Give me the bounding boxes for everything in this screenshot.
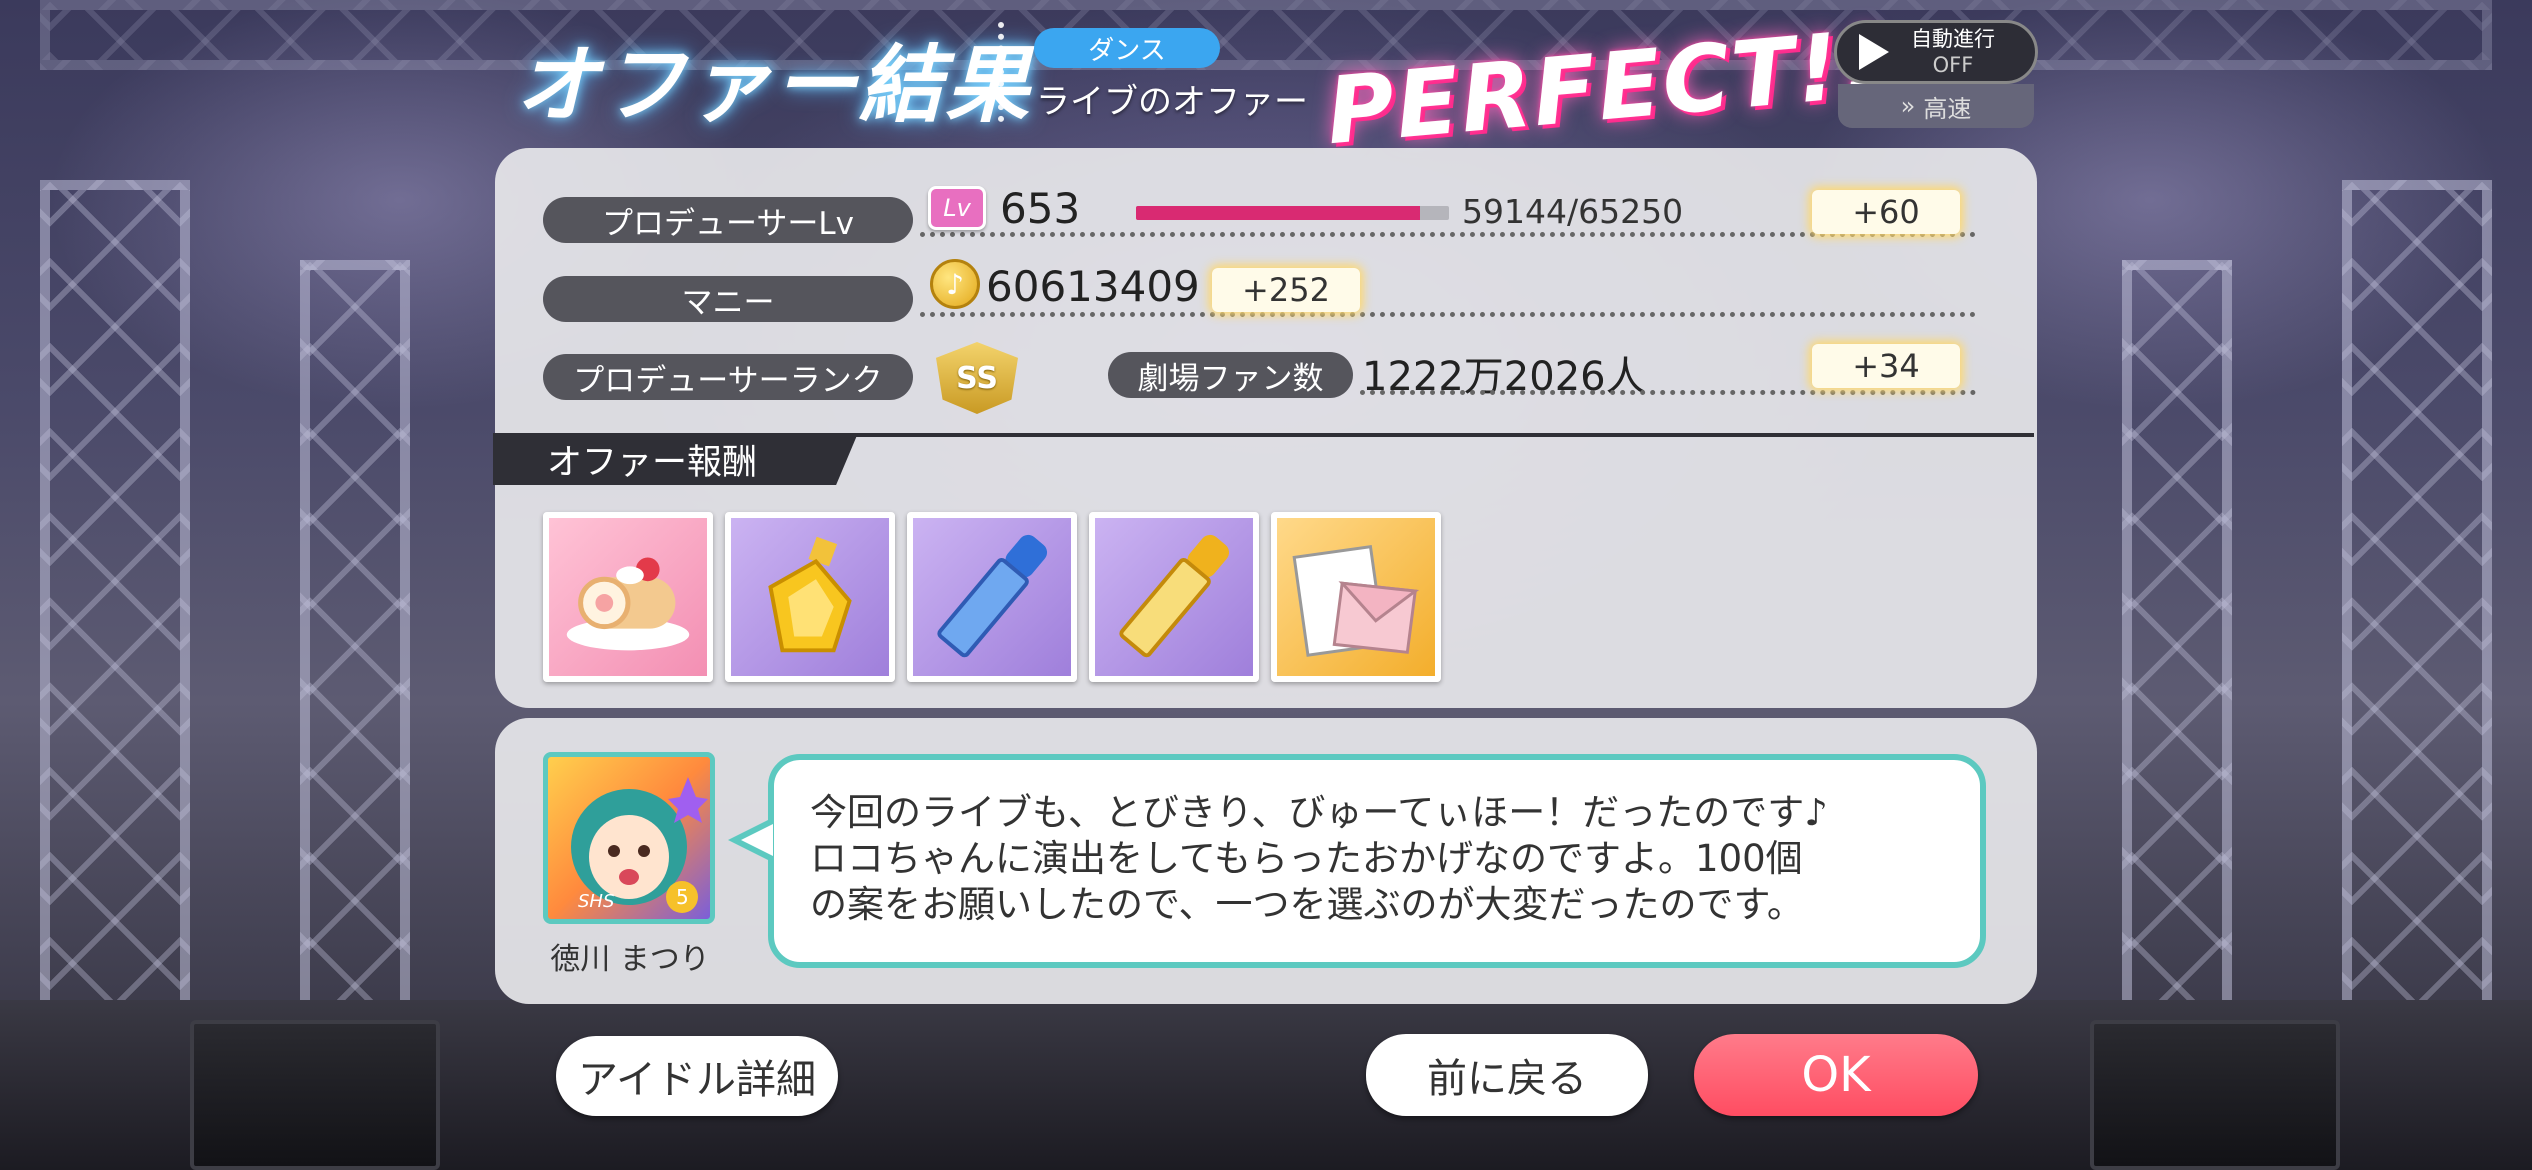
reward-item-gold-lipstick[interactable] bbox=[1089, 512, 1259, 682]
speech-bubble: 今回のライブも、とびきり、びゅーてぃほー！だったのです♪ ロコちゃんに演出をして… bbox=[768, 754, 1986, 968]
lv-gain-badge: +60 bbox=[1812, 190, 1960, 234]
exp-progress-fill bbox=[1136, 206, 1420, 220]
idol-detail-button[interactable]: アイドル詳細 bbox=[556, 1036, 838, 1116]
stage-truss-left-inner bbox=[300, 260, 410, 1040]
idol-portrait[interactable]: SHS 5 bbox=[543, 752, 715, 924]
ok-button[interactable]: OK bbox=[1694, 1034, 1978, 1116]
money-value: 60613409 bbox=[986, 262, 1200, 311]
blue-lipstick-icon bbox=[937, 534, 1048, 658]
rarity-label: SHS bbox=[578, 891, 614, 912]
gold-lipstick-icon bbox=[1119, 534, 1230, 658]
idol-avatar-icon: SHS 5 bbox=[571, 777, 708, 913]
fast-speed-button[interactable]: » 高速 bbox=[1838, 84, 2034, 128]
speaker-left bbox=[190, 1020, 440, 1170]
double-chevron-icon: » bbox=[1900, 92, 1916, 120]
money-gain-badge: +252 bbox=[1212, 268, 1360, 312]
speaker-right bbox=[2090, 1020, 2340, 1170]
producer-lv-value: 653 bbox=[1000, 184, 1081, 233]
reward-item-perfume[interactable] bbox=[725, 512, 895, 682]
letter-icon bbox=[1292, 545, 1420, 657]
money-label: マニー bbox=[543, 276, 913, 322]
idol-name: 徳川 まつり bbox=[550, 942, 710, 977]
play-icon bbox=[1859, 34, 1889, 70]
fans-gain-badge: +34 bbox=[1812, 344, 1960, 388]
dialog-line: ロコちゃんに演出をしてもらったおかげなのですよ。100個 bbox=[810, 837, 1803, 880]
offer-type-tag: ダンス bbox=[1034, 28, 1220, 68]
dialog-line: の案をお願いしたので、一つを選ぶのが大変だったのです。 bbox=[810, 883, 1804, 926]
stage-truss-top bbox=[40, 0, 2492, 70]
bubble-tail-inner bbox=[741, 824, 773, 856]
perfume-bottle-icon bbox=[768, 536, 852, 653]
speed-label: 高速 bbox=[1923, 94, 1972, 123]
exp-progress-bar bbox=[1136, 206, 1449, 220]
stage-truss-left bbox=[40, 180, 190, 1040]
roll-cake-icon bbox=[566, 557, 690, 651]
exp-value: 59144/65250 bbox=[1462, 192, 1684, 231]
auto-label: 自動進行 bbox=[1911, 27, 1995, 51]
offer-subtitle: ライブのオファー bbox=[1036, 82, 1308, 122]
lv-icon: Lv bbox=[928, 186, 986, 230]
theater-fans-label: 劇場ファン数 bbox=[1108, 352, 1353, 398]
reward-item-roll-cake[interactable] bbox=[543, 512, 713, 682]
dotted-divider bbox=[920, 312, 1976, 317]
stage-truss-right bbox=[2342, 180, 2492, 1040]
reward-item-letter[interactable] bbox=[1271, 512, 1441, 682]
page-title: オファー結果 bbox=[515, 36, 1032, 134]
back-button[interactable]: 前に戻る bbox=[1366, 1034, 1648, 1116]
reward-item-blue-lipstick[interactable] bbox=[907, 512, 1077, 682]
auto-state: OFF bbox=[1932, 53, 1974, 77]
money-coin-icon: ♪ bbox=[930, 259, 980, 309]
auto-progress-button[interactable]: 自動進行 OFF bbox=[1834, 20, 2038, 84]
dialog-line: 今回のライブも、とびきり、びゅーてぃほー！だったのです♪ bbox=[810, 791, 1828, 834]
reward-header-line bbox=[840, 433, 2034, 437]
header-divider bbox=[998, 22, 1004, 122]
star-level: 5 bbox=[676, 885, 689, 909]
stage-truss-right-inner bbox=[2122, 260, 2232, 1040]
reward-header: オファー報酬 bbox=[493, 433, 858, 485]
producer-rank-label: プロデューサーランク bbox=[543, 354, 913, 400]
dotted-divider bbox=[1360, 390, 1976, 395]
producer-lv-label: プロデューサーLv bbox=[543, 197, 913, 243]
